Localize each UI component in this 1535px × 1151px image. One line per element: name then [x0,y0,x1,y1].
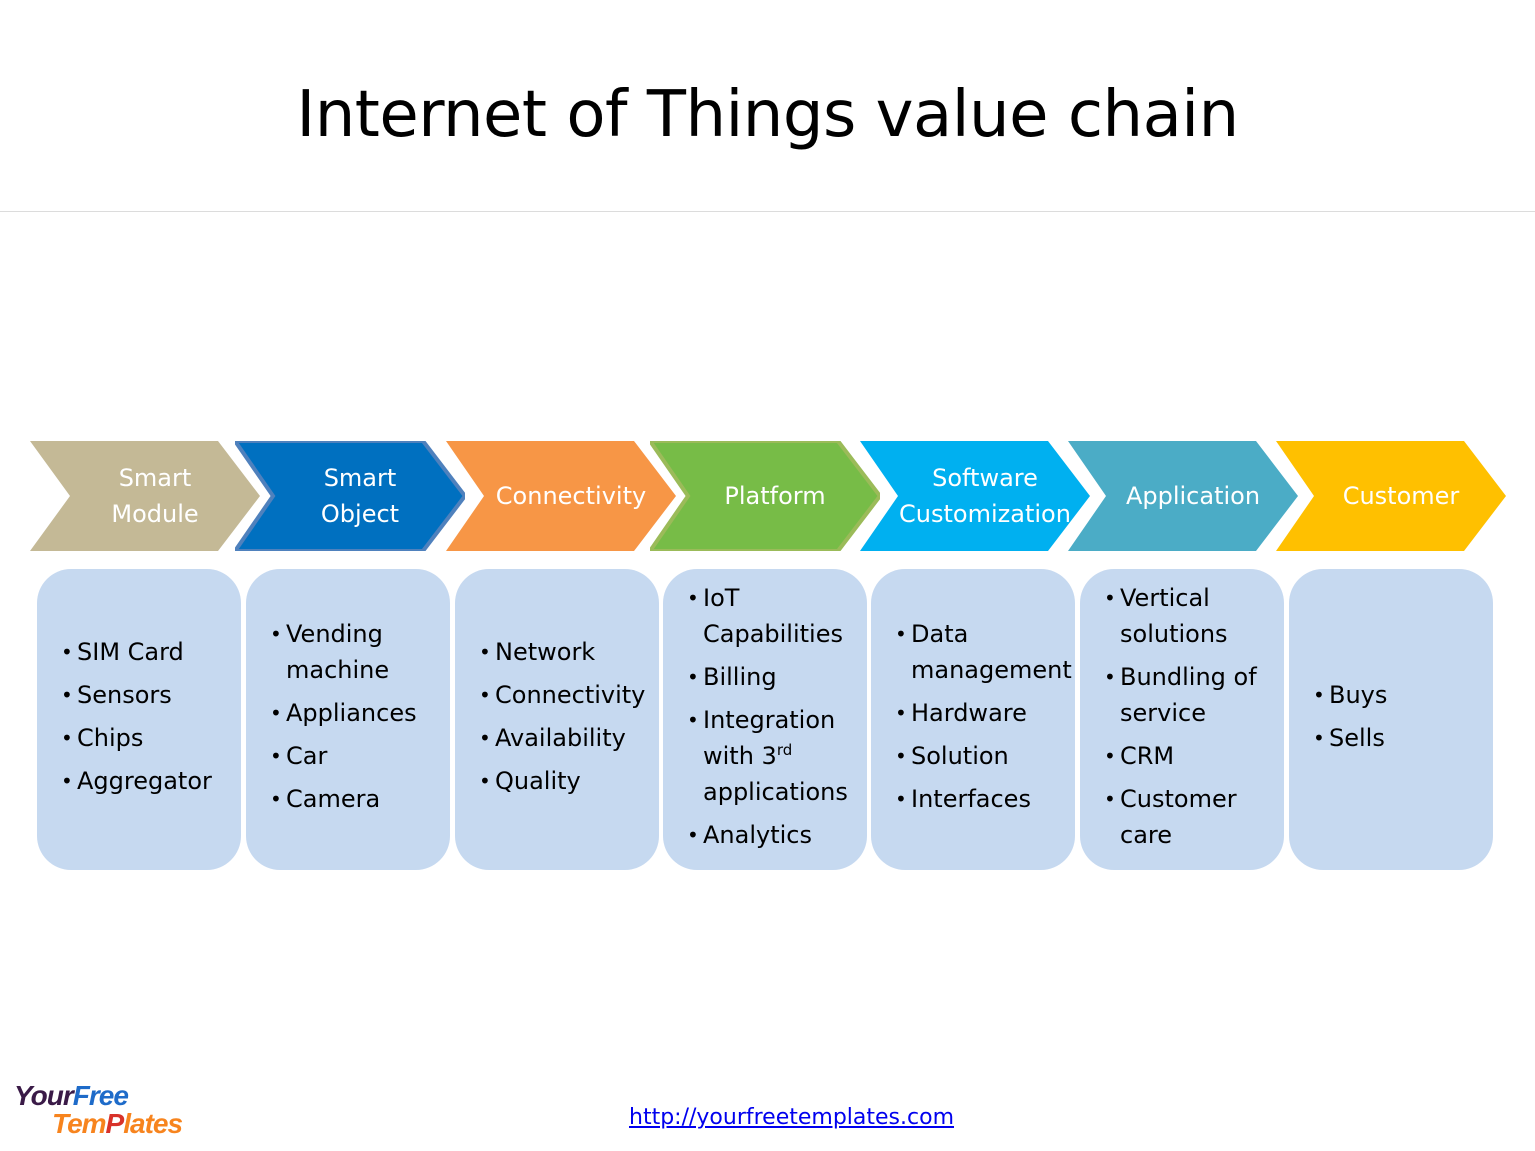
stage-item: Sensors [61,677,237,713]
stage-item-list: Vertical solutionsBundling of service CRM… [1104,580,1280,860]
stage-label: Platform [724,482,826,510]
stage-item: Chips [61,720,237,756]
website-link[interactable]: http://yourfreetemplates.com [0,1105,1535,1130]
stage-item: SIM Card [61,634,237,670]
stage-item: Billing [687,659,863,695]
stage-item-list: Vending machine Appliances Car Camera [270,616,446,824]
stage-chevron-customer: Customer [1276,441,1506,551]
slide-title: Internet of Things value chain [296,78,1239,152]
stage-item-list: Data management Hardware Solution Interface… [895,616,1072,824]
stage-item: Data management [895,616,1072,688]
stage-item-list: SIM Card Sensors Chips Aggregator [61,634,237,806]
stage-item: Aggregator [61,763,237,799]
stage-label: Customer [1342,482,1460,510]
stage-label: Smart Object [320,464,400,528]
title-divider [0,211,1535,212]
stage-item: Customer care [1104,781,1280,853]
stage-chevron-application: Application [1068,441,1298,551]
stage-item-list: Network Connectivity Availability Quality [479,634,655,806]
stage-box-customer: Buys Sells [1289,569,1493,870]
stage-item: IoT Capabilities [687,580,863,652]
stage-item: Hardware [895,695,1071,731]
stage-item: Availability [479,720,655,756]
stage-box-application: Vertical solutionsBundling of service CRM… [1080,569,1284,870]
stage-item: Buys [1313,677,1489,713]
stage-item: Bundling of service [1104,659,1280,731]
stage-item-list: Buys Sells [1313,677,1489,763]
stage-box-smart-object: Vending machine Appliances Car Camera [246,569,450,870]
stage-box-smart-module: SIM Card Sensors Chips Aggregator [37,569,241,870]
stage-chevron-connectivity: Connectivity [446,441,676,551]
stage-item: Integration with 3rd applications [687,702,863,810]
stage-item: Sells [1313,720,1489,756]
stage-item: Vertical solutions [1104,580,1280,652]
stage-item: CRM [1104,738,1280,774]
stage-item: Appliances [270,695,446,731]
stage-item: Analytics [687,817,863,853]
stage-chevron-smart-object: Smart Object [235,441,465,551]
stage-item: Network [479,634,655,670]
stage-label: Software Customization [899,464,1071,528]
stage-box-software-customization: Data management Hardware Solution Interface… [871,569,1075,870]
stage-item: Car [270,738,446,774]
stage-item: Quality [479,763,655,799]
stage-item: Interfaces [895,781,1071,817]
stage-item: Solution [895,738,1071,774]
stage-item: Camera [270,781,446,817]
stage-item: Vending machine [270,616,446,688]
stage-item-list: IoT Capabilities Billing Integration with … [687,580,863,860]
stage-chevron-platform: Platform [650,441,880,551]
stage-chevron-smart-module: Smart Module [30,441,260,551]
stage-box-connectivity: Network Connectivity Availability Quality [455,569,659,870]
stage-label: Smart Module [111,464,199,528]
stage-chevron-software-customization: Software Customization [860,441,1090,551]
stage-label: Connectivity [495,482,647,510]
stage-label: Application [1125,482,1261,510]
stage-item: Connectivity [479,677,655,713]
stage-box-platform: IoT Capabilities Billing Integration with … [663,569,867,870]
